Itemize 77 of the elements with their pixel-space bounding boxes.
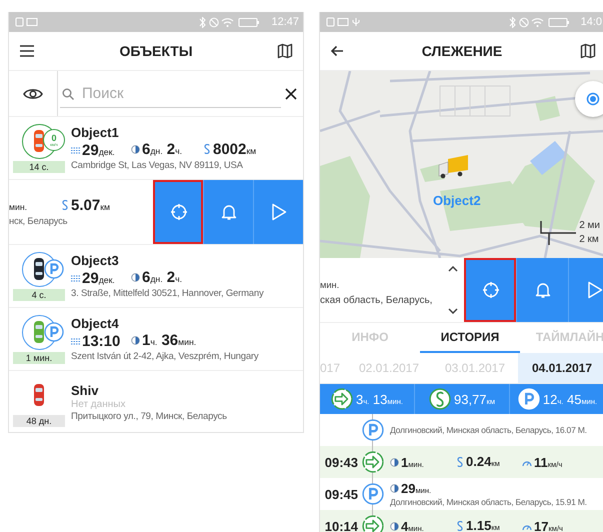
time-text: 09:43 [324,454,359,470]
scale-label: 2 ми [579,219,600,233]
scale-label: 2 км [579,233,600,247]
route-icon [456,520,464,530]
play-icon [270,203,286,221]
close-button[interactable] [285,88,297,100]
target-icon [586,92,600,106]
address-text: Долгиновский, Минская область, Беларусь, 16.07 М. [390,425,588,435]
notification-icons-drawing [15,17,39,27]
eye-icon[interactable] [23,86,43,100]
object-name: Object3 [71,253,120,268]
address-text: Szent István út 2-42, Ajka, Veszprém, Hungary [71,351,260,362]
play-icon [586,281,602,299]
info-text: мин. [320,278,340,292]
screen-title: СЛЕЖЕНИЕ [422,43,502,59]
stat-value: 13:10 [82,333,120,350]
crosshair-icon [170,203,188,221]
speed-value: 0 [51,134,56,142]
date-icon [71,147,80,154]
chevron-up-icon[interactable] [448,266,458,272]
half-circle-icon [131,273,140,282]
object-name: Shiv [71,382,100,398]
address-text: Притыцкого ул., 79, Минск, Беларусь [71,410,228,422]
stat-value: мин. [9,201,28,214]
map-icon[interactable] [277,43,293,59]
scale-bar-icon [540,221,576,245]
address-text: Долгиновский, Минская область, Беларусь, 15.91 М. [390,497,588,507]
status-text: Нет данных [71,398,126,410]
address-text: 3. Straße, Mittelfeld 30521, Hannover, Germany [71,288,265,299]
half-circle-icon [131,145,140,154]
search-field[interactable]: Поиск [60,79,281,108]
object-row[interactable]: 48 дн. Shiv Нет данных Притыцкого ул., 79, Минск, Беларусь [9,371,303,432]
arrow-circle-icon [331,388,353,410]
route-icon [203,144,211,154]
half-circle-icon [390,522,399,530]
route-icon [456,456,464,466]
speedometer-icon [522,458,532,466]
menu-icon[interactable] [19,45,35,57]
date-tab[interactable]: 04.01.2017 [518,353,603,383]
half-circle-icon [131,336,140,345]
parking-icon [518,388,540,410]
parking-icon [44,259,64,279]
tab[interactable]: ИСТОРИЯ [420,323,520,353]
time-text: 09:45 [324,486,359,502]
address-text: нск, Беларусь [9,216,68,228]
truck-icon [438,155,470,179]
action-button[interactable] [464,258,516,322]
age-label: 14 с. [13,161,65,173]
screen-title: ОБЪЕКТЫ [119,43,193,59]
crosshair-icon [482,281,500,299]
info-text: ская область, Беларусь, [320,294,434,306]
date-icon [71,275,80,282]
route-icon [61,200,69,210]
date-icon [71,338,80,345]
time-text: 10:14 [324,518,359,532]
half-circle-icon [390,458,399,466]
bell-icon [220,203,236,221]
object-label: Object2 [433,193,481,208]
object-name: Object1 [71,124,120,140]
parking-icon [44,322,64,342]
half-circle-icon [390,484,399,493]
parking-icon [362,419,384,441]
speedometer-icon [522,522,532,530]
map-icon[interactable] [580,43,596,59]
age-label: 48 дн. [13,415,65,427]
age-label: 4 с. [13,289,65,301]
route-circle-icon [428,388,451,410]
object-name: Object4 [71,316,120,331]
action-button[interactable] [153,180,203,244]
age-label: 1 мин. [13,352,65,364]
arrow-circle-icon [362,451,384,473]
chevron-down-icon[interactable] [448,308,458,314]
address-text: Cambridge St, Las Vegas, NV 89119, USA [71,160,244,172]
parking-icon [362,483,384,505]
search-icon [62,88,74,100]
bell-icon [534,281,550,299]
back-icon[interactable] [330,45,344,57]
